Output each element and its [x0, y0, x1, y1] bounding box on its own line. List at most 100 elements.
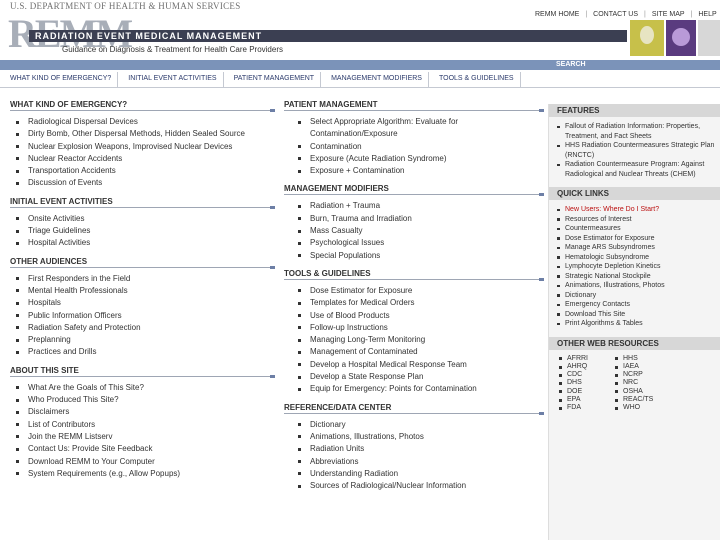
list-item[interactable]: Onsite Activities	[10, 213, 275, 225]
list-item[interactable]: Radiation + Trauma	[284, 200, 544, 212]
list-item[interactable]: Preplanning	[10, 334, 275, 346]
left-column: WHAT KIND OF EMERGENCY? Radiological Dis…	[10, 100, 275, 487]
emergency-section: WHAT KIND OF EMERGENCY? Radiological Dis…	[10, 100, 275, 190]
list-item[interactable]: Dose Estimator for Exposure	[549, 234, 720, 244]
list-item[interactable]: Join the REMM Listserv	[10, 431, 275, 443]
resource-link[interactable]: EPA	[557, 396, 613, 404]
list-item[interactable]: Radiation Units	[284, 443, 544, 455]
list-item[interactable]: HHS Radiation Countermeasures Strategic …	[549, 141, 720, 160]
list-item[interactable]: Managing Long-Term Monitoring	[284, 334, 544, 346]
resource-link[interactable]: WHO	[613, 404, 669, 412]
list-item[interactable]: Strategic National Stockpile	[549, 272, 720, 282]
nav-tools-guidelines[interactable]: TOOLS & GUIDELINES	[429, 72, 521, 87]
initial-activities-section: INITIAL EVENT ACTIVITIES Onsite Activiti…	[10, 197, 275, 250]
list-item[interactable]: Countermeasures	[549, 224, 720, 234]
list-item[interactable]: Download REMM to Your Computer	[10, 456, 275, 468]
resource-link[interactable]: NCRP	[613, 371, 669, 379]
list-item[interactable]: Lymphocyte Depletion Kinetics	[549, 262, 720, 272]
list-item[interactable]: Nuclear Reactor Accidents	[10, 153, 275, 165]
resource-link[interactable]: HHS	[613, 355, 669, 363]
list-item[interactable]: Radiation Countermeasure Program: Agains…	[549, 160, 720, 179]
list-item[interactable]: Animations, Illustrations, Photos	[549, 281, 720, 291]
sidebar-title: OTHER WEB RESOURCES	[549, 336, 720, 350]
list-item[interactable]: Dictionary	[549, 291, 720, 301]
list-item[interactable]: Print Algorithms & Tables	[549, 319, 720, 329]
list-item[interactable]: Discussion of Events	[10, 177, 275, 189]
resource-link[interactable]: AFRRI	[557, 355, 613, 363]
resource-link[interactable]: OSHA	[613, 388, 669, 396]
list-item[interactable]: Resources of Interest	[549, 215, 720, 225]
remm-home-link[interactable]: REMM HOME	[535, 11, 579, 18]
resource-link[interactable]: DOE	[557, 388, 613, 396]
top-links: REMM HOME | CONTACT US | SITE MAP | HELP	[535, 11, 717, 18]
list-item[interactable]: Disclaimers	[10, 406, 275, 418]
list-item[interactable]: Who Produced This Site?	[10, 394, 275, 406]
site-title: RADIATION EVENT MEDICAL MANAGEMENT	[29, 30, 627, 42]
quick-links-section: QUICK LINKS New Users: Where Do I Start?…	[549, 187, 720, 329]
list-item[interactable]: Equip for Emergency: Points for Contamin…	[284, 383, 544, 395]
list-item[interactable]: System Requirements (e.g., Allow Popups)	[10, 468, 275, 480]
list-item[interactable]: Exposure (Acute Radiation Syndrome)	[284, 153, 544, 165]
resource-link[interactable]: FDA	[557, 404, 613, 412]
list-item[interactable]: Hospitals	[10, 297, 275, 309]
resource-link[interactable]: IAEA	[613, 363, 669, 371]
nav-initial-activities[interactable]: INITIAL EVENT ACTIVITIES	[118, 72, 224, 87]
list-item[interactable]: Hematologic Subsyndrome	[549, 253, 720, 263]
list-item[interactable]: Dictionary	[284, 419, 544, 431]
list-item[interactable]: Abbreviations	[284, 456, 544, 468]
agency-name: U.S. DEPARTMENT OF HEALTH & HUMAN SERVIC…	[10, 1, 241, 11]
list-item[interactable]: Special Populations	[284, 250, 544, 262]
list-item[interactable]: Dose Estimator for Exposure	[284, 285, 544, 297]
list-item[interactable]: Select Appropriate Algorithm: Evaluate f…	[284, 116, 544, 141]
list-item[interactable]: Public Information Officers	[10, 310, 275, 322]
list-item[interactable]: Radiation Safety and Protection	[10, 322, 275, 334]
list-item[interactable]: Burn, Trauma and Irradiation	[284, 213, 544, 225]
list-item[interactable]: Fallout of Radiation Information: Proper…	[549, 122, 720, 141]
resource-link[interactable]: AHRQ	[557, 363, 613, 371]
nav-management-modifiers[interactable]: MANAGEMENT MODIFIERS	[321, 72, 429, 87]
list-item[interactable]: New Users: Where Do I Start?	[549, 205, 720, 215]
list-item[interactable]: Mental Health Professionals	[10, 285, 275, 297]
list-item[interactable]: Emergency Contacts	[549, 300, 720, 310]
list-item[interactable]: Triage Guidelines	[10, 225, 275, 237]
list-item[interactable]: Contamination	[284, 141, 544, 153]
list-item[interactable]: Psychological Issues	[284, 237, 544, 249]
resource-link[interactable]: REAC/TS	[613, 396, 669, 404]
middle-column: PATIENT MANAGEMENT Select Appropriate Al…	[284, 100, 544, 499]
list-item[interactable]: Develop a State Response Plan	[284, 371, 544, 383]
list-item[interactable]: Follow-up Instructions	[284, 322, 544, 334]
about-section: ABOUT THIS SITE What Are the Goals of Th…	[10, 366, 275, 480]
list-item[interactable]: Nuclear Explosion Weapons, Improvised Nu…	[10, 141, 275, 153]
list-item[interactable]: Understanding Radiation	[284, 468, 544, 480]
list-item[interactable]: Download This Site	[549, 310, 720, 320]
resource-link[interactable]: NRC	[613, 379, 669, 387]
resource-link[interactable]: DHS	[557, 379, 613, 387]
list-item[interactable]: Hospital Activities	[10, 237, 275, 249]
list-item[interactable]: Dirty Bomb, Other Dispersal Methods, Hid…	[10, 128, 275, 140]
list-item[interactable]: Mass Casualty	[284, 225, 544, 237]
site-map-link[interactable]: SITE MAP	[652, 11, 685, 18]
list-item[interactable]: What Are the Goals of This Site?	[10, 382, 275, 394]
list-item[interactable]: Radiological Dispersal Devices	[10, 116, 275, 128]
contact-us-link[interactable]: CONTACT US	[593, 11, 638, 18]
list-item[interactable]: Management of Contaminated	[284, 346, 544, 358]
nav-patient-management[interactable]: PATIENT MANAGEMENT	[224, 72, 322, 87]
list-item[interactable]: Exposure + Contamination	[284, 165, 544, 177]
list-item[interactable]: Manage ARS Subsyndromes	[549, 243, 720, 253]
nav-emergency[interactable]: WHAT KIND OF EMERGENCY?	[0, 72, 119, 87]
help-link[interactable]: HELP	[698, 11, 716, 18]
list-item[interactable]: Use of Blood Products	[284, 310, 544, 322]
search-link[interactable]: SEARCH	[556, 60, 586, 70]
list-item[interactable]: Sources of Radiological/Nuclear Informat…	[284, 480, 544, 492]
section-title: ABOUT THIS SITE	[10, 366, 275, 378]
list-item[interactable]: Practices and Drills	[10, 346, 275, 358]
resource-link[interactable]: CDC	[557, 371, 613, 379]
list-item[interactable]: List of Contributors	[10, 419, 275, 431]
list-item[interactable]: First Responders in the Field	[10, 273, 275, 285]
list-item[interactable]: Contact Us: Provide Site Feedback	[10, 443, 275, 455]
header-photo	[698, 20, 720, 56]
list-item[interactable]: Templates for Medical Orders	[284, 297, 544, 309]
list-item[interactable]: Develop a Hospital Medical Response Team	[284, 359, 544, 371]
list-item[interactable]: Transportation Accidents	[10, 165, 275, 177]
list-item[interactable]: Animations, Illustrations, Photos	[284, 431, 544, 443]
